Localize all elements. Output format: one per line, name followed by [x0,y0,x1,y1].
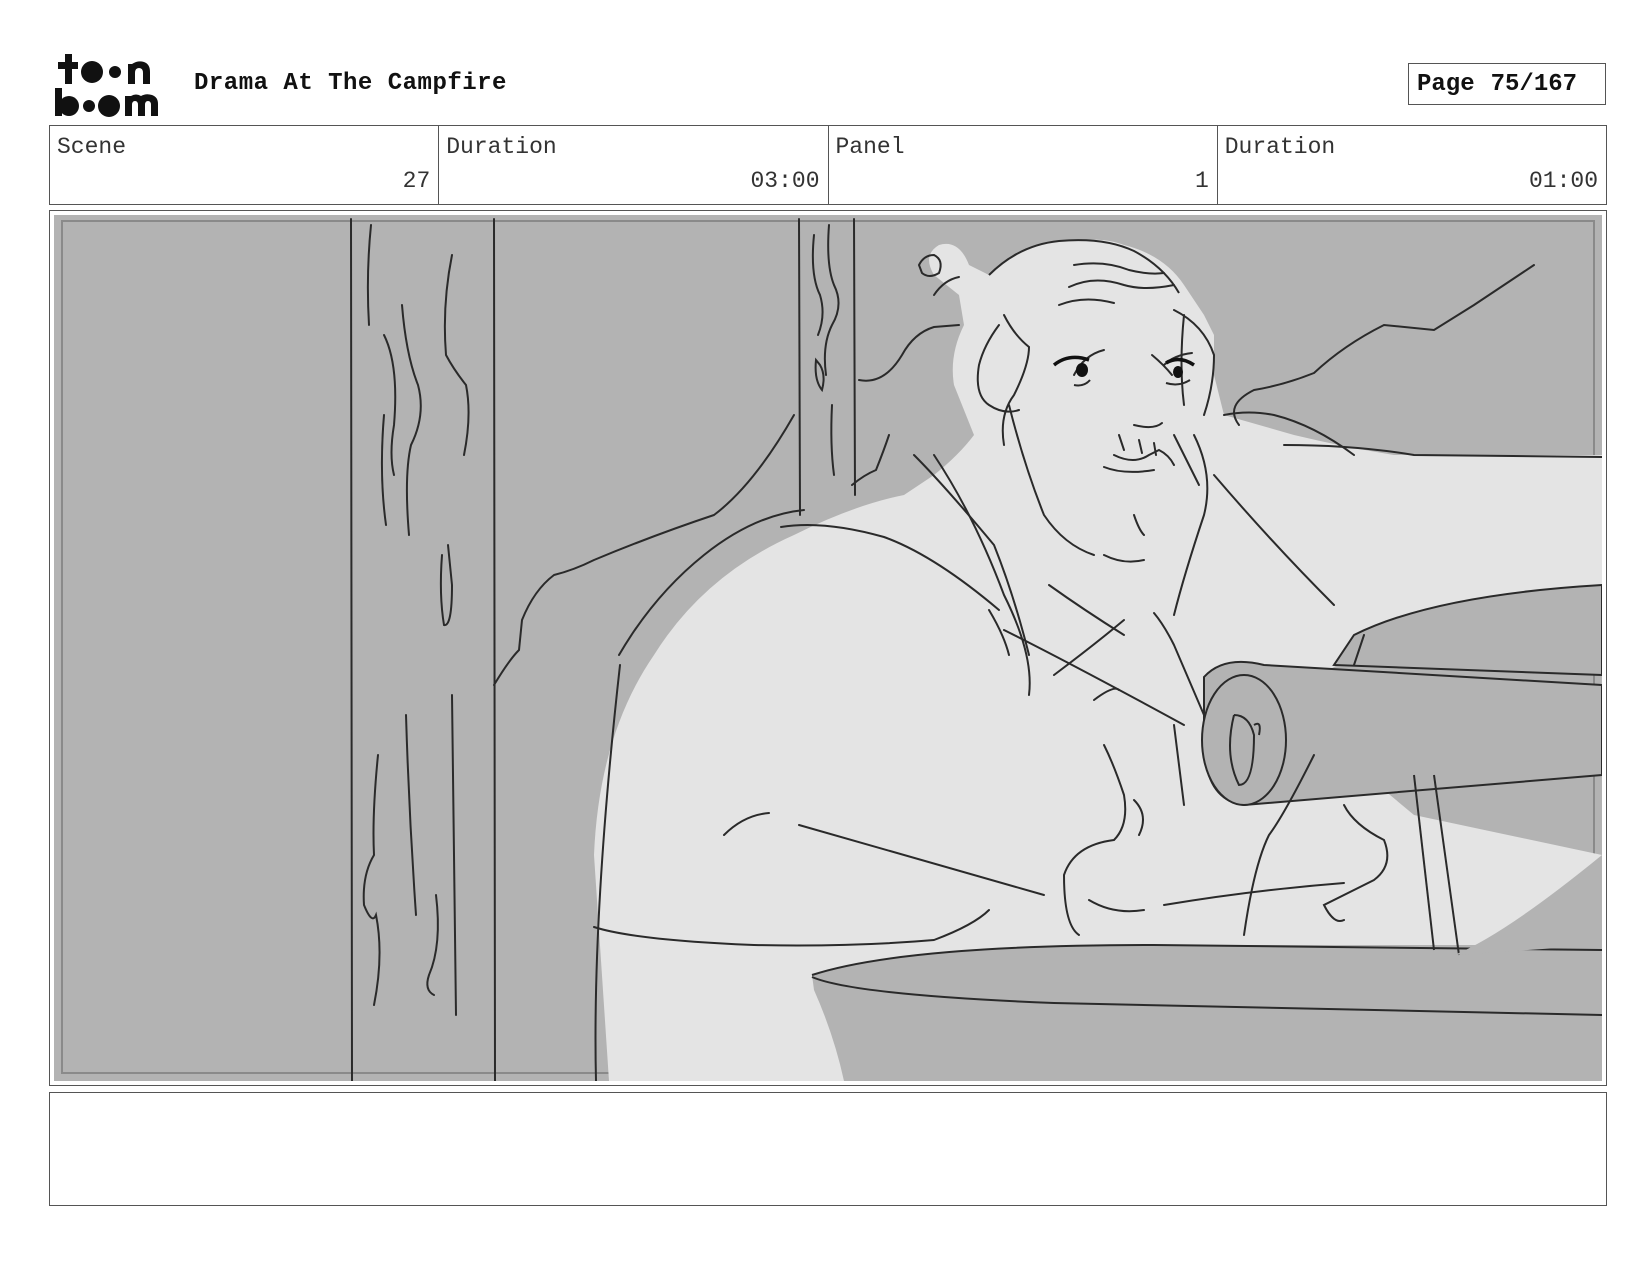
panel-notes-box [49,1092,1607,1206]
scene-cell: Scene 27 [50,126,440,204]
scene-duration-value: 03:00 [750,168,820,194]
panel-duration-label: Duration [1224,134,1336,160]
panel-duration-value: 01:00 [1528,168,1598,194]
panel-info-bar: Scene 27 Duration 03:00 Panel 1 Duration… [49,125,1607,205]
scene-label: Scene [57,134,127,160]
scene-duration-label: Duration [446,134,557,160]
panel-duration-cell: Duration 01:00 [1218,126,1606,204]
page-number: 75/167 [1490,70,1578,98]
storyboard-panel [49,210,1607,1086]
scene-duration-cell: Duration 03:00 [439,126,829,204]
scene-value: 27 [402,168,431,194]
panel-label: Panel [835,134,905,160]
toon-boom-logo [52,52,170,118]
document-title: Drama At The Campfire [194,70,507,97]
logo-graphic [55,54,158,117]
panel-value: 1 [1194,168,1209,194]
page-label: Page [1417,70,1475,98]
panel-cell: Panel 1 [829,126,1218,204]
page-indicator: Page 75/167 [1408,63,1606,105]
panel-sketch [54,215,1602,1081]
